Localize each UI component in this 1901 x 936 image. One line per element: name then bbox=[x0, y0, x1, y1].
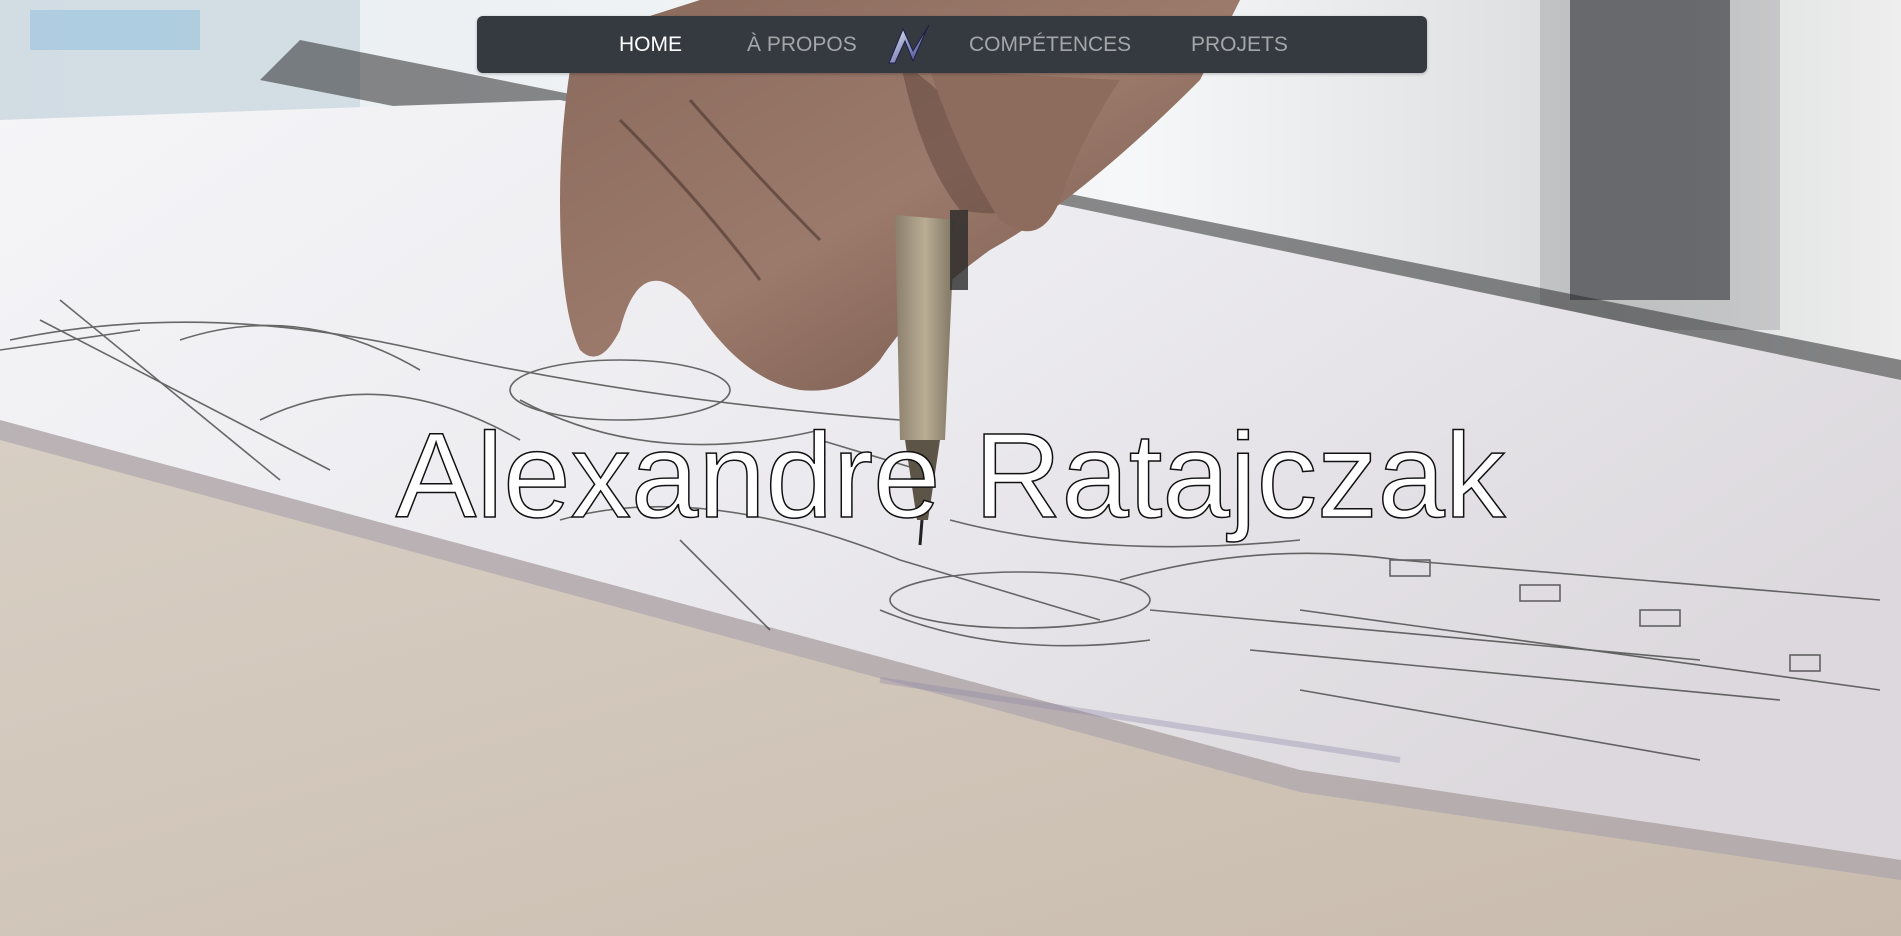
nav-link-projets[interactable]: PROJETS bbox=[1191, 16, 1288, 73]
nav-link-apropos[interactable]: À PROPOS bbox=[747, 16, 857, 73]
hero-title: Alexandre Ratajczak bbox=[395, 406, 1506, 544]
nav-link-home[interactable]: HOME bbox=[619, 16, 682, 73]
hero-section: HOME À PROPOS COMPÉTENCES PROJETS Alexan… bbox=[0, 0, 1901, 936]
main-navbar: HOME À PROPOS COMPÉTENCES PROJETS bbox=[477, 16, 1427, 73]
brand-logo-link[interactable] bbox=[885, 21, 933, 67]
brand-n-logo-icon bbox=[888, 24, 930, 64]
nav-link-competences[interactable]: COMPÉTENCES bbox=[969, 16, 1131, 73]
